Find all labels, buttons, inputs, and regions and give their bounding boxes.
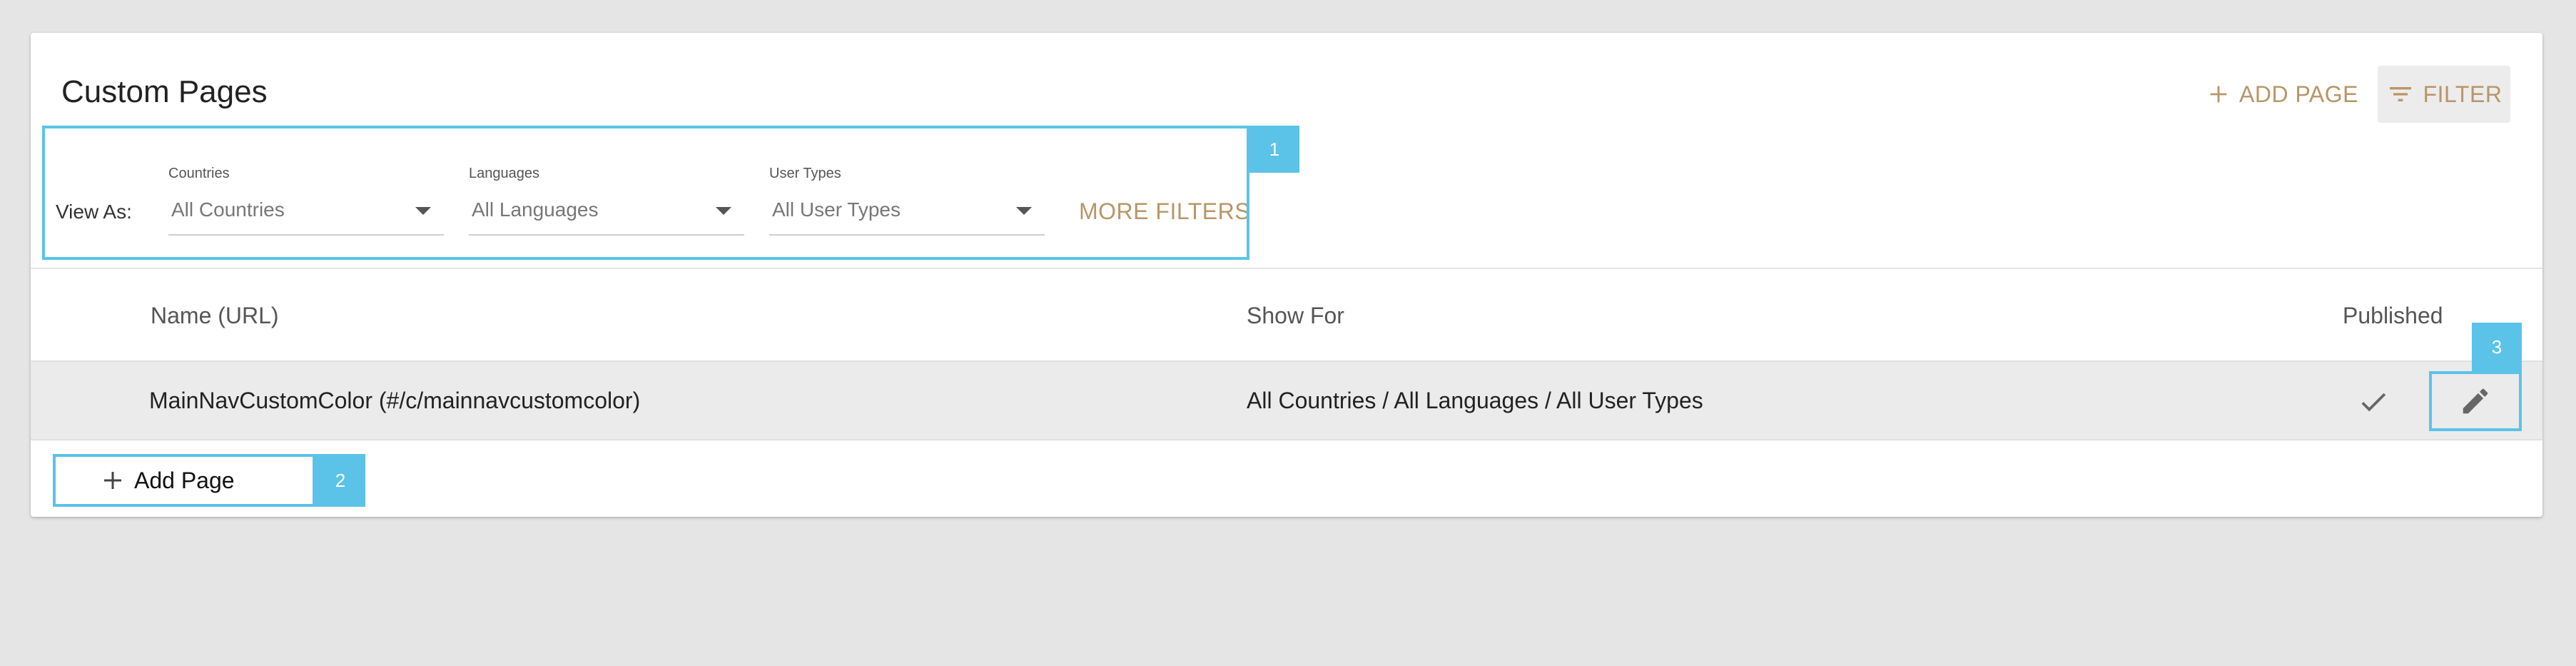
page-title: Custom Pages: [61, 74, 268, 109]
filter-label: FILTER: [2423, 81, 2503, 107]
annotation-box-3: [2429, 371, 2522, 431]
annotation-badge-2: 2: [315, 454, 365, 507]
annotation-box-2: [53, 454, 315, 507]
check-icon: [2361, 393, 2386, 412]
column-header-name[interactable]: Name (URL): [151, 303, 279, 329]
annotation-badge-1: 1: [1249, 126, 1299, 173]
section-divider: [31, 268, 2542, 269]
row-name-cell: MainNavCustomColor (#/c/mainnavcustomcol…: [149, 388, 641, 413]
add-page-header-button[interactable]: ADD PAGE: [2206, 76, 2358, 113]
annotation-box-1: [42, 126, 1249, 260]
add-page-header-label: ADD PAGE: [2239, 81, 2358, 107]
column-header-show-for[interactable]: Show For: [1247, 303, 1344, 329]
filter-list-icon: [2389, 87, 2411, 101]
annotation-badge-3: 3: [2472, 323, 2522, 371]
filter-button[interactable]: FILTER: [2378, 66, 2510, 123]
plus-icon: [2210, 86, 2227, 103]
column-header-published[interactable]: Published: [2343, 303, 2443, 329]
row-show-for-cell: All Countries / All Languages / All User…: [1247, 388, 1703, 413]
custom-pages-card: [31, 33, 2542, 517]
